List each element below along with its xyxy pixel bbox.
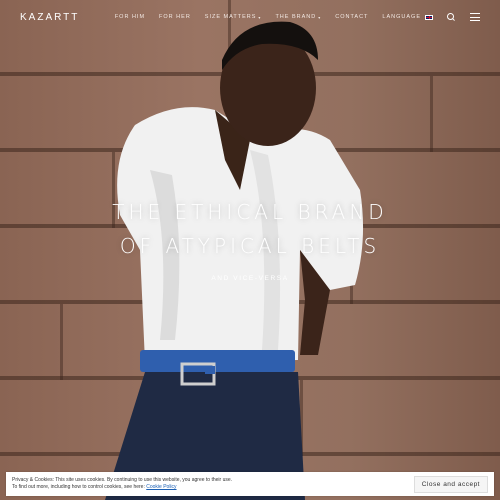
nav-label: CONTACT (335, 14, 369, 20)
nav-item-language[interactable]: LANGUAGE (382, 14, 433, 20)
close-and-accept-button[interactable]: Close and accept (413, 475, 488, 493)
nav-label: FOR HER (159, 14, 191, 20)
nav-item-contact[interactable]: CONTACT (335, 14, 368, 20)
nav-item-for-her[interactable]: FOR HER (159, 14, 191, 20)
uk-flag-icon (425, 14, 433, 20)
cookie-policy-link[interactable]: Cookie Policy (146, 484, 176, 490)
hero-subline: AND VICE-VERSA (211, 275, 289, 282)
nav-item-for-him[interactable]: FOR HIM (115, 14, 145, 20)
chevron-down-icon: ▾ (318, 14, 322, 20)
nav-label: LANGUAGE (382, 14, 421, 20)
nav-item-size-matters[interactable]: SIZE MATTERS ▾ (205, 14, 262, 20)
main-nav: FOR HIM FOR HER SIZE MATTERS ▾ THE BRAND… (115, 12, 480, 22)
hero-text: THE ETHICAL BRAND OF ATYPICAL BELTS AND … (0, 195, 500, 282)
menu-icon[interactable] (470, 13, 480, 21)
nav-label: SIZE MATTERS (204, 14, 257, 20)
site-header: KAZARTT FOR HIM FOR HER SIZE MATTERS ▾ T… (0, 0, 500, 34)
chevron-down-icon: ▾ (258, 14, 262, 20)
nav-label: THE BRAND (275, 14, 317, 20)
nav-label: FOR HIM (114, 14, 146, 20)
cookie-message: Privacy & Cookies: This site uses cookie… (12, 477, 232, 491)
hero-headline-line-2: OF ATYPICAL BELTS (119, 234, 381, 258)
hero-headline-line-1: THE ETHICAL BRAND (112, 200, 388, 224)
cookie-banner: Privacy & Cookies: This site uses cookie… (6, 472, 494, 496)
nav-item-the-brand[interactable]: THE BRAND ▾ (275, 14, 321, 20)
site-logo[interactable]: KAZARTT (20, 12, 79, 23)
cookie-message-line-1: Privacy & Cookies: This site uses cookie… (12, 477, 233, 483)
search-icon[interactable] (447, 12, 456, 22)
cookie-message-prefix: To find out more, including how to contr… (12, 484, 147, 490)
cookie-message-line-2: To find out more, including how to contr… (12, 484, 232, 491)
